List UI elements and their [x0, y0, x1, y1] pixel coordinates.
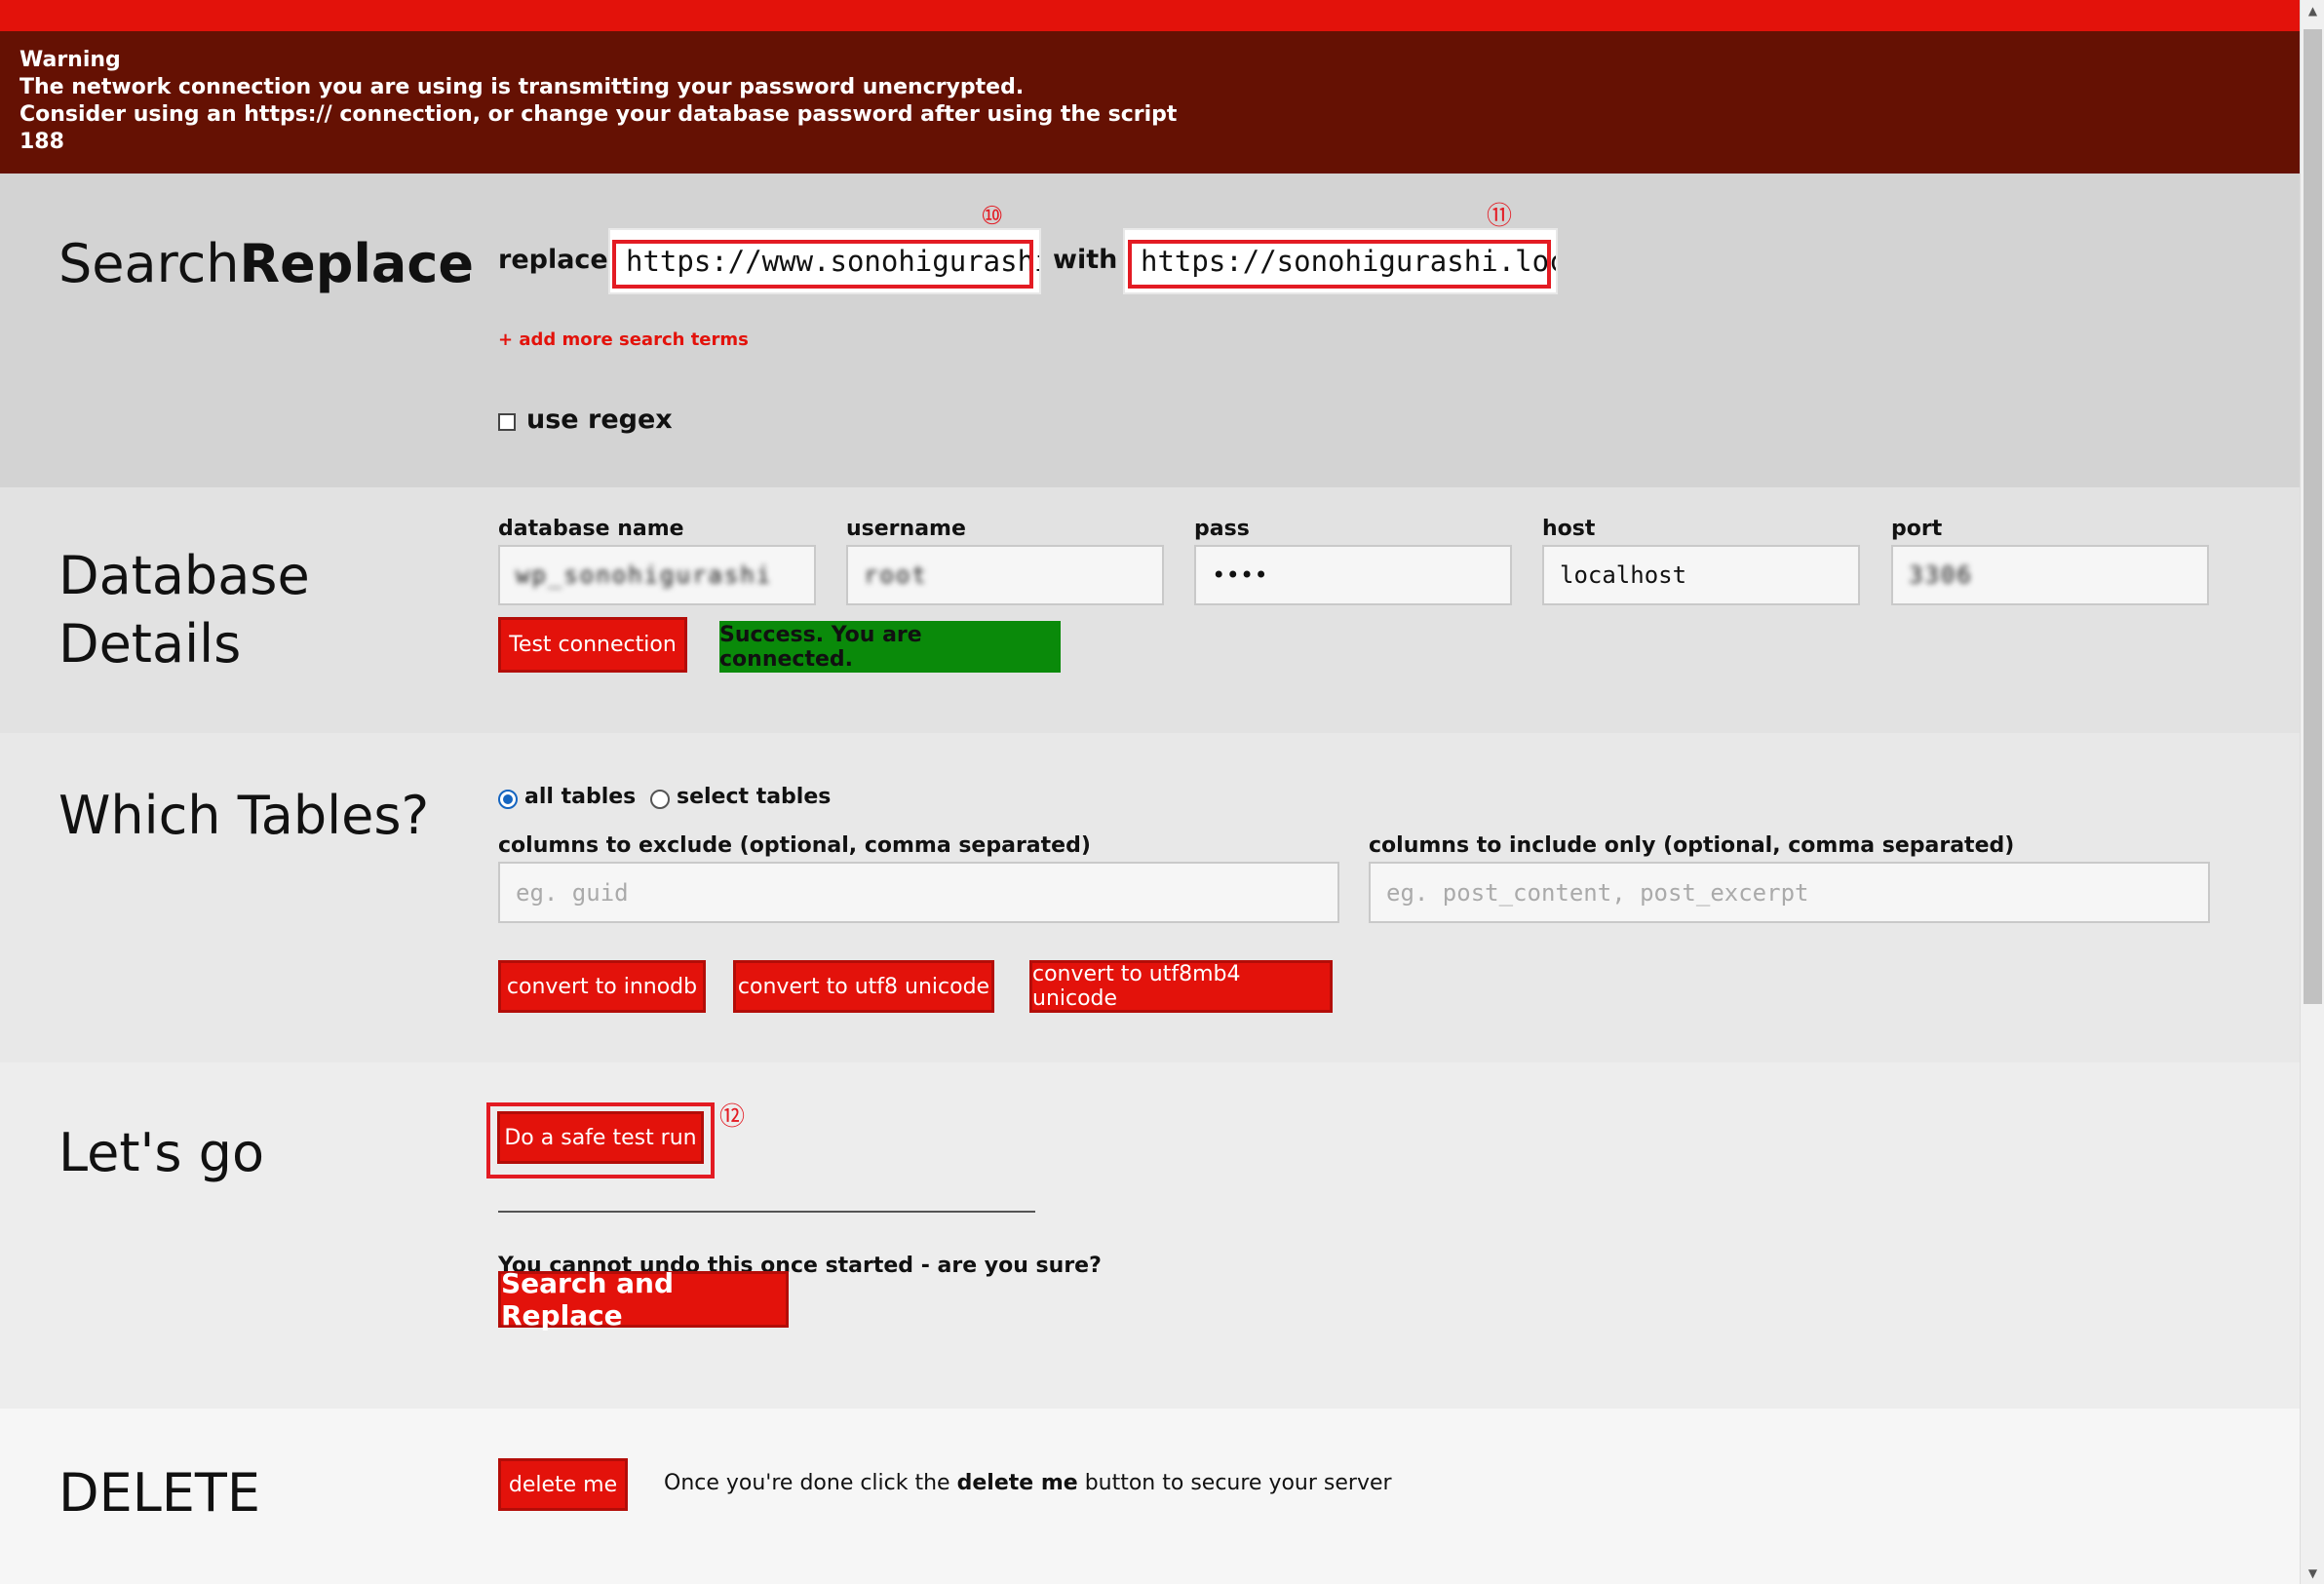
delete-section: DELETE delete me Once you're done click … — [0, 1409, 2300, 1584]
username-label: username — [846, 517, 966, 541]
username-input[interactable]: root — [846, 545, 1164, 605]
replace-label: replace — [498, 245, 608, 275]
lets-go-section: Let's go Do a safe test run You cannot u… — [0, 1062, 2300, 1409]
section-divider — [498, 1211, 1035, 1213]
database-name-input[interactable]: wp_sonohigurashi — [498, 545, 816, 605]
delete-heading: DELETE — [58, 1462, 261, 1524]
scroll-down-arrow-icon[interactable]: ▼ — [2301, 1563, 2324, 1584]
replace-input[interactable]: https://www.sonohigurashi — [608, 228, 1041, 294]
callout-number-10: ⑩ — [981, 202, 1004, 231]
vertical-scrollbar[interactable]: ▲ ▼ — [2300, 0, 2324, 1584]
port-input[interactable]: 3306 — [1891, 545, 2209, 605]
callout-number-12: ⑫ — [719, 1102, 746, 1132]
connection-success-message: Success. You are connected. — [719, 621, 1061, 673]
use-regex-checkbox[interactable] — [498, 413, 516, 431]
which-tables-heading: Which Tables? — [58, 785, 430, 846]
database-name-label: database name — [498, 517, 684, 541]
search-and-replace-button[interactable]: Search and Replace — [498, 1267, 789, 1332]
host-input[interactable]: localhost — [1542, 545, 1860, 605]
delete-instructions: Once you're done click the delete me but… — [664, 1471, 1392, 1495]
search-replace-section: SearchReplace replace https://www.sonohi… — [0, 174, 2300, 487]
warning-line-2: Consider using an https:// connection, o… — [19, 102, 1178, 127]
callout-number-11: ⑪ — [1487, 202, 1513, 231]
database-details-section: Database Details database name wp_sonohi… — [0, 487, 2300, 733]
which-tables-section: Which Tables? all tables select tables c… — [0, 733, 2300, 1062]
with-label: with — [1053, 245, 1118, 275]
search-replace-heading: SearchReplace — [58, 233, 474, 294]
include-columns-label: columns to include only (optional, comma… — [1369, 833, 2015, 858]
with-input[interactable]: https://sonohigurashi.loc — [1123, 228, 1558, 294]
safe-test-run-button[interactable]: Do a safe test run — [497, 1111, 704, 1164]
all-tables-radio[interactable] — [498, 790, 518, 809]
port-label: port — [1891, 517, 1943, 541]
scroll-up-arrow-icon[interactable]: ▲ — [2301, 0, 2324, 21]
convert-utf8mb4-button[interactable]: convert to utf8mb4 unicode — [1029, 960, 1333, 1013]
pass-input[interactable]: •••• — [1194, 545, 1512, 605]
scrollbar-thumb[interactable] — [2304, 29, 2322, 1004]
lets-go-heading: Let's go — [58, 1122, 264, 1183]
test-connection-button[interactable]: Test connection — [498, 617, 687, 673]
warning-code: 188 — [19, 130, 64, 154]
select-tables-label: select tables — [677, 785, 832, 809]
warning-banner: Warning The network connection you are u… — [0, 31, 2300, 174]
database-heading-line-1: Database — [58, 545, 310, 606]
convert-innodb-button[interactable]: convert to innodb — [498, 960, 706, 1013]
exclude-columns-input[interactable]: eg. guid — [498, 862, 1339, 923]
warning-title: Warning — [19, 48, 121, 72]
top-red-strip — [0, 0, 2324, 31]
convert-utf8-button[interactable]: convert to utf8 unicode — [733, 960, 994, 1013]
warning-line-1: The network connection you are using is … — [19, 75, 1025, 99]
add-more-search-terms-link[interactable]: + add more search terms — [498, 329, 749, 350]
use-regex-label: use regex — [526, 405, 673, 435]
exclude-columns-label: columns to exclude (optional, comma sepa… — [498, 833, 1091, 858]
delete-me-button[interactable]: delete me — [498, 1458, 628, 1511]
database-heading-line-2: Details — [58, 613, 242, 675]
pass-label: pass — [1194, 517, 1250, 541]
include-columns-input[interactable]: eg. post_content, post_excerpt — [1369, 862, 2210, 923]
host-label: host — [1542, 517, 1596, 541]
select-tables-radio[interactable] — [650, 790, 670, 809]
all-tables-label: all tables — [524, 785, 637, 809]
